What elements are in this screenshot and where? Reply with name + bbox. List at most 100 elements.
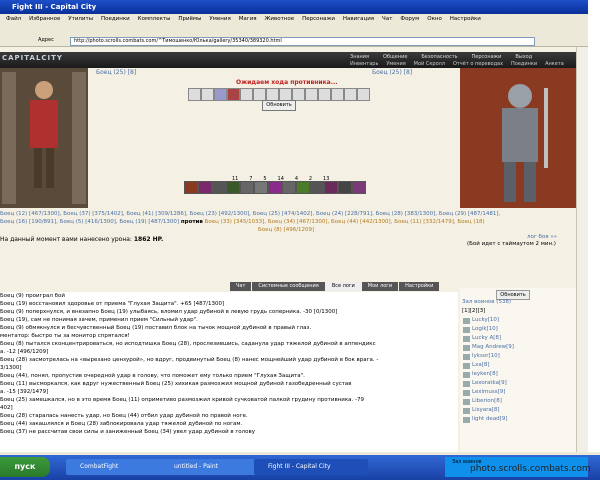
skill-slot[interactable]	[357, 88, 370, 101]
item-slot[interactable]	[268, 181, 282, 194]
user-icon	[463, 318, 470, 324]
user-icon	[463, 363, 470, 369]
sub-nav: Инвентарь Умения Мой Скролл Отчёт о пере…	[350, 60, 570, 67]
warrior-item[interactable]: light dead[9]	[472, 416, 507, 422]
warrior-item[interactable]: lyksor[10]	[472, 353, 500, 359]
tab-settings[interactable]: Настройки	[399, 282, 440, 291]
window-titlebar: Fight III - Capital City	[0, 0, 600, 14]
right-fighter-name[interactable]: Боец (25) [8]	[372, 69, 412, 76]
menu-item-chars[interactable]: Персонажи	[302, 14, 335, 25]
top-nav: Знания Общение Безопасность Персонажи Вы…	[350, 53, 544, 60]
item-slot[interactable]	[324, 181, 338, 194]
skill-slot[interactable]	[331, 88, 344, 101]
warrior-item[interactable]: leyken[8]	[472, 371, 498, 377]
team-line: Боец (8) [496/1209]	[258, 227, 315, 233]
skill-slot[interactable]	[214, 88, 227, 101]
subnav-transfers[interactable]: Отчёт о переводах	[453, 61, 503, 67]
warrior-item[interactable]: Lisyara[8]	[472, 407, 500, 413]
warrior-item[interactable]: Lucky A[8]	[472, 335, 501, 341]
warrior-item[interactable]: Mag Andrew[9]	[472, 344, 514, 350]
damage-summary: На данный момент вами нанесено урона: 18…	[0, 236, 163, 243]
subnav-fights[interactable]: Поединки	[511, 61, 537, 67]
skill-slot[interactable]	[240, 88, 253, 101]
menu-item-chat[interactable]: Чат	[382, 14, 392, 25]
item-slot[interactable]	[296, 181, 310, 194]
taskbar-item-paint[interactable]: untitled - Paint	[160, 459, 264, 475]
watermark: photo.scrolls.combats.com	[470, 464, 591, 474]
subnav-skills[interactable]: Умения	[386, 61, 405, 67]
item-slot[interactable]	[282, 181, 296, 194]
menu-item-favorites[interactable]: Избранное	[29, 14, 60, 25]
tab-chat[interactable]: Чат	[230, 282, 252, 291]
log-tabs: Чат Системные сообщения Все логи Мои логи На…	[230, 282, 440, 291]
log-line: 402]	[0, 405, 13, 411]
start-button[interactable]: пуск	[0, 457, 50, 477]
log-line: Боец (44), понял, пропустив очередной уд…	[0, 373, 305, 379]
item-slot[interactable]	[212, 181, 226, 194]
skill-slot[interactable]	[227, 88, 240, 101]
skill-slot[interactable]	[305, 88, 318, 101]
item-slot[interactable]	[184, 181, 198, 194]
refresh-button[interactable]: Обновить	[262, 100, 296, 111]
team-line: Боец (33) [345/1033], Боец (34) [467/130…	[204, 219, 485, 225]
log-line: a. -12 [496/1209]	[0, 349, 49, 355]
menu-item-settings[interactable]: Настройки	[450, 14, 481, 25]
item-slot[interactable]	[352, 181, 366, 194]
address-input[interactable]: http://photo.scrolls.combats.com/^Тимоше…	[70, 37, 535, 46]
subnav-profile[interactable]: Анкета	[545, 61, 564, 67]
log-line: а. -15 [392/1479]	[0, 389, 49, 395]
skill-slot[interactable]	[188, 88, 201, 101]
left-fighter-name[interactable]: Боец (25) [8]	[96, 69, 136, 76]
damage-value: 1862 HP.	[133, 236, 164, 243]
battle-log-link[interactable]: лог боя »»	[527, 234, 557, 240]
item-slot[interactable]	[226, 181, 240, 194]
log-line: ментатор: быстро ты за монитор спрятался…	[0, 333, 130, 339]
item-slot[interactable]	[254, 181, 268, 194]
menu-item-sets[interactable]: Комплекты	[138, 14, 171, 25]
warrior-item[interactable]: Liberion[8]	[472, 398, 502, 404]
tab-my-logs[interactable]: Мои логи	[361, 282, 399, 291]
warrior-item[interactable]: Logik[10]	[472, 326, 498, 332]
menu-item-magic[interactable]: Магия	[239, 14, 257, 25]
menu-item-nav[interactable]: Навигация	[343, 14, 374, 25]
warrior-item[interactable]: Lexoratka[9]	[472, 380, 507, 386]
address-label: Адрес	[38, 37, 54, 43]
log-line: Боец (28) засмотрелась на «вырезано ценз…	[0, 357, 379, 363]
warrior-item[interactable]: Lucky[10]	[472, 317, 499, 323]
menu-item-skills[interactable]: Приёмы	[178, 14, 201, 25]
tab-system[interactable]: Системные сообщения	[252, 282, 325, 291]
subnav-scroll[interactable]: Мой Скролл	[414, 61, 445, 67]
tab-all-logs[interactable]: Все логи	[325, 282, 361, 291]
subnav-inventory[interactable]: Инвентарь	[350, 61, 378, 67]
skill-slot[interactable]	[201, 88, 214, 101]
item-slot[interactable]	[198, 181, 212, 194]
skill-slot[interactable]	[318, 88, 331, 101]
item-slot[interactable]	[338, 181, 352, 194]
log-line: 3/1300]	[0, 365, 22, 371]
menu-item-abilities[interactable]: Умения	[209, 14, 230, 25]
menu-item-fights[interactable]: Поединки	[101, 14, 130, 25]
menu-item-file[interactable]: Файл	[6, 14, 21, 25]
user-icon	[463, 381, 470, 387]
item-slot[interactable]	[240, 181, 254, 194]
taskbar-item-combatfight[interactable]: CombatFight	[66, 459, 170, 475]
waiting-status: Ожидаем хода противника...	[236, 79, 338, 86]
warrior-item[interactable]: Lxa[8]	[472, 362, 489, 368]
item-slot[interactable]	[310, 181, 324, 194]
menu-item-forum[interactable]: Форум	[400, 14, 419, 25]
skill-slot[interactable]	[344, 88, 357, 101]
warriors-pages[interactable]: [1][2][3]	[462, 308, 485, 314]
menu-item-window[interactable]: Окно	[427, 14, 442, 25]
team-line: Боец (16) [190/891], Боец (5) [416/1300]…	[0, 219, 180, 225]
warrior-item[interactable]: Leximuss[9]	[472, 389, 505, 395]
versus-label: против	[180, 219, 203, 225]
log-panel: Боец (9) проиграл бой Боец (19) восстано…	[0, 292, 458, 452]
menu-item-animal[interactable]: Животное	[265, 14, 295, 25]
log-line: Боец (19), сам не понимая зачем, примени…	[0, 317, 198, 323]
taskbar-item-browser[interactable]: Fight III - Capital City	[254, 459, 368, 475]
armored-warrior-icon	[460, 68, 576, 208]
item-bar	[184, 181, 380, 194]
teams-status: Боец (12) [467/1300], Боец (37) [375/140…	[0, 210, 576, 234]
log-line: Боец (9) проиграл бой	[0, 293, 65, 299]
menu-item-utils[interactable]: Утилиты	[68, 14, 93, 25]
